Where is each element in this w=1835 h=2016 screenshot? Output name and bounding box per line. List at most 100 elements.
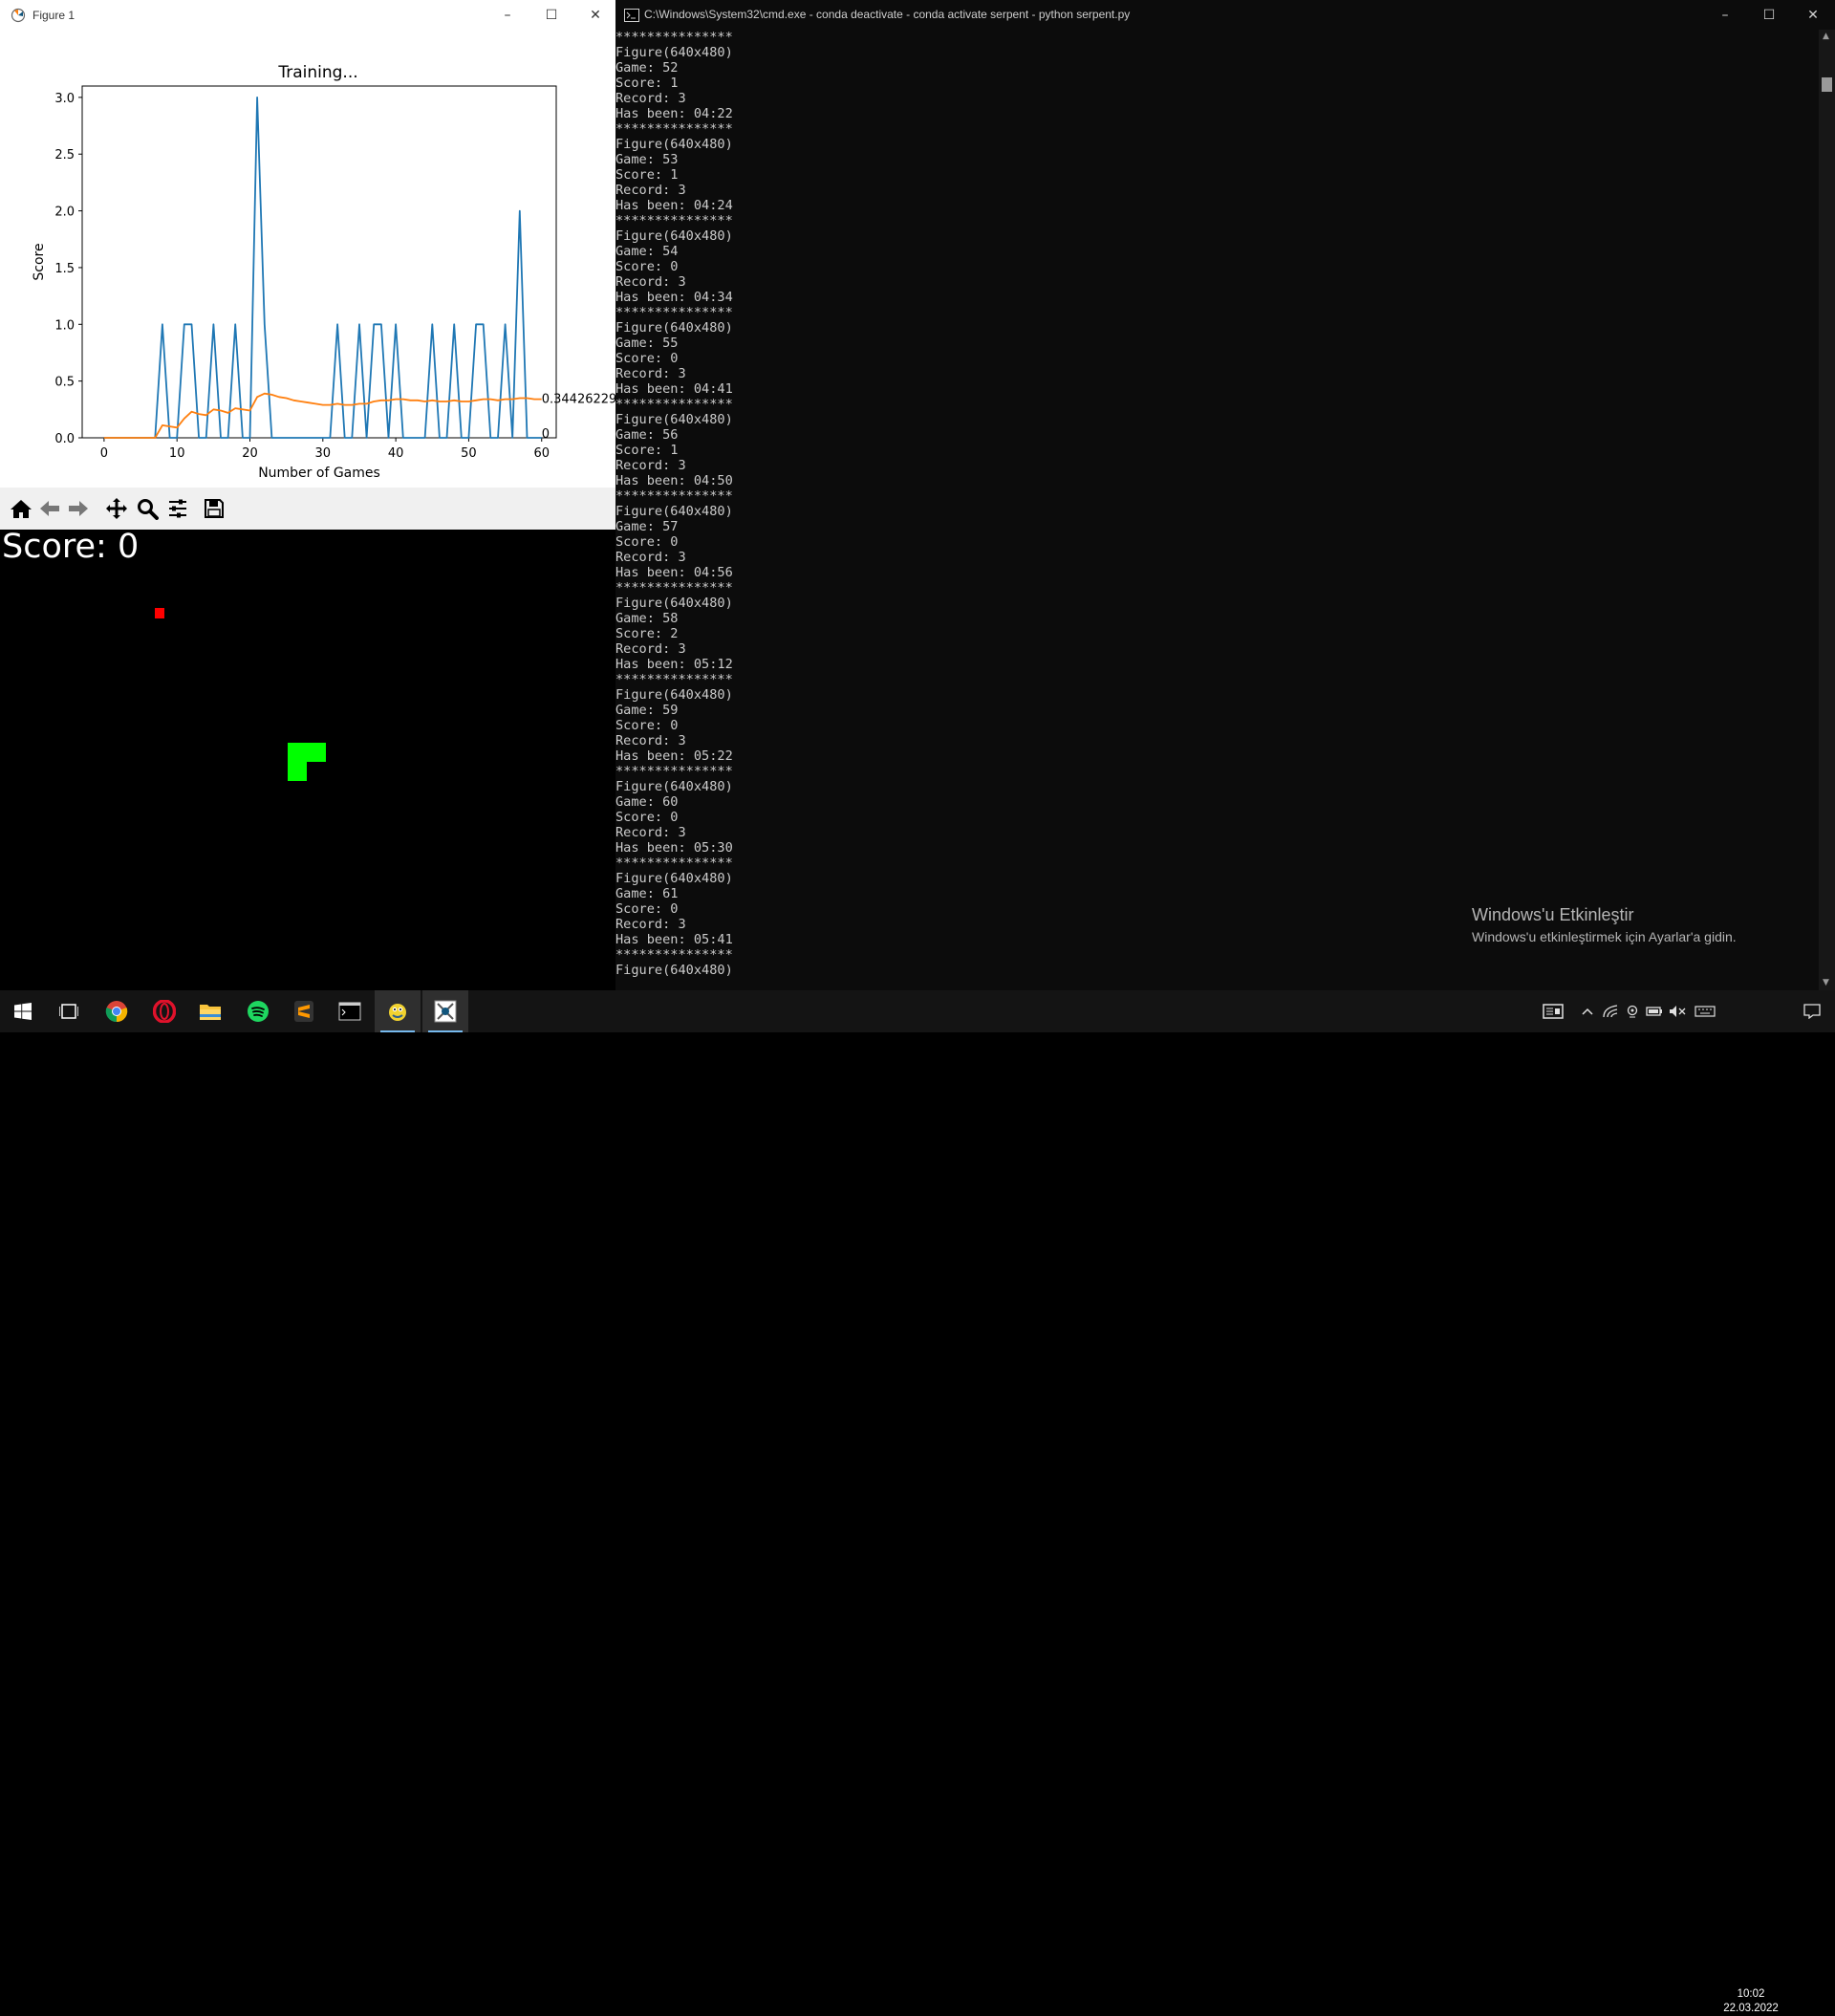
scroll-thumb[interactable] bbox=[1822, 77, 1832, 92]
console-close-button[interactable]: ✕ bbox=[1791, 0, 1835, 30]
figure-title: Figure 1 bbox=[32, 9, 76, 22]
y-tick-label: 2.0 bbox=[54, 206, 75, 220]
console-line: Score: 2 bbox=[615, 626, 679, 641]
console-line: Record: 3 bbox=[615, 825, 686, 840]
keyboard-icon[interactable] bbox=[1692, 990, 1718, 1032]
task-view-icon[interactable] bbox=[46, 990, 92, 1032]
console-line: *************** bbox=[615, 488, 733, 504]
show-hidden-icons-icon[interactable] bbox=[1577, 990, 1598, 1032]
console-line: *************** bbox=[615, 764, 733, 779]
chrome-icon[interactable] bbox=[94, 990, 140, 1032]
snake-body-segment bbox=[288, 743, 326, 762]
console-line: Figure(640x480) bbox=[615, 596, 733, 611]
y-tick-label: 0.5 bbox=[54, 376, 75, 390]
console-line: Record: 3 bbox=[615, 183, 686, 198]
console-line: Game: 61 bbox=[615, 886, 679, 901]
clock-time: 10:02 bbox=[1737, 1988, 1765, 2000]
terminal-icon[interactable] bbox=[327, 990, 373, 1032]
y-axis-label: Score bbox=[32, 243, 47, 280]
x-tick-label: 10 bbox=[169, 446, 185, 461]
series-line-1 bbox=[103, 97, 542, 439]
console-line: *************** bbox=[615, 121, 733, 137]
clock-date: 22.03.2022 bbox=[1723, 2003, 1779, 2014]
console-line: Game: 53 bbox=[615, 152, 679, 167]
console-line: Game: 54 bbox=[615, 244, 679, 259]
close-button[interactable]: ✕ bbox=[573, 0, 617, 31]
console-line: Figure(640x480) bbox=[615, 504, 733, 519]
scroll-down-icon[interactable]: ▼ bbox=[1823, 978, 1829, 987]
console-line: Game: 55 bbox=[615, 336, 679, 351]
news-widget-icon[interactable] bbox=[1539, 990, 1567, 1032]
console-titlebar[interactable]: C:\Windows\System32\cmd.exe - conda deac… bbox=[615, 0, 1835, 30]
scroll-up-icon[interactable]: ▲ bbox=[1823, 32, 1829, 41]
cmd-icon bbox=[624, 8, 639, 26]
volume-muted-icon[interactable] bbox=[1667, 990, 1688, 1032]
console-line: Figure(640x480) bbox=[615, 228, 733, 244]
console-line: *************** bbox=[615, 580, 733, 596]
figure-titlebar[interactable]: Figure 1 – ☐ ✕ bbox=[0, 0, 615, 31]
console-minimize-button[interactable]: – bbox=[1703, 0, 1747, 30]
plot-frame bbox=[81, 85, 557, 439]
configure-icon[interactable] bbox=[164, 495, 191, 522]
console-line: Game: 56 bbox=[615, 427, 679, 443]
clock[interactable]: 10:02 22.03.2022 bbox=[1720, 1987, 1781, 2016]
console-line: Game: 60 bbox=[615, 794, 679, 810]
back-icon[interactable] bbox=[36, 495, 63, 522]
console-scrollbar[interactable]: ▲ ▼ bbox=[1819, 30, 1835, 990]
console-line: Has been: 04:22 bbox=[615, 106, 733, 121]
console-line: Record: 3 bbox=[615, 458, 686, 473]
console-line: Score: 0 bbox=[615, 259, 679, 274]
console-maximize-button[interactable]: ☐ bbox=[1747, 0, 1791, 30]
y-tick-label: 3.0 bbox=[54, 92, 75, 106]
console-line: Figure(640x480) bbox=[615, 687, 733, 703]
file-explorer-icon[interactable] bbox=[187, 990, 233, 1032]
save-icon[interactable] bbox=[201, 495, 227, 522]
figure-toolbar bbox=[0, 488, 615, 530]
annotations: 0.344262295 0 bbox=[542, 393, 615, 442]
x-tick-label: 50 bbox=[461, 446, 477, 461]
console-line: Score: 1 bbox=[615, 167, 679, 183]
console-line: Game: 59 bbox=[615, 703, 679, 718]
spotify-icon[interactable] bbox=[235, 990, 281, 1032]
notification-icon[interactable] bbox=[1789, 990, 1835, 1032]
battery-icon[interactable] bbox=[1644, 990, 1665, 1032]
python-icon[interactable] bbox=[375, 990, 421, 1032]
sublime-text-icon[interactable] bbox=[281, 990, 327, 1032]
console-line: Score: 1 bbox=[615, 443, 679, 458]
value-annotation: 0.344262295 bbox=[542, 393, 615, 407]
console-line: Score: 0 bbox=[615, 718, 679, 733]
series-layer bbox=[103, 97, 542, 439]
network-icon[interactable] bbox=[1601, 990, 1620, 1032]
console-line: *************** bbox=[615, 30, 733, 45]
console-line: Figure(640x480) bbox=[615, 45, 733, 60]
activation-title: Windows'u Etkinleştir bbox=[1472, 905, 1634, 924]
x-axis-label: Number of Games bbox=[258, 466, 380, 481]
game-score-label: Score: 0 bbox=[2, 528, 140, 566]
y-tick-label: 2.5 bbox=[54, 148, 75, 163]
console-line: *************** bbox=[615, 397, 733, 412]
console-line: Figure(640x480) bbox=[615, 320, 733, 336]
console-line: Figure(640x480) bbox=[615, 412, 733, 427]
console-line: Has been: 05:12 bbox=[615, 657, 733, 672]
x-tick-label: 30 bbox=[315, 446, 332, 461]
start-icon[interactable] bbox=[0, 990, 46, 1032]
console-line: Has been: 04:50 bbox=[615, 473, 733, 488]
console-output[interactable]: *************** Figure(640x480) Game: 52 Sc… bbox=[615, 30, 1801, 978]
x-tick-label: 20 bbox=[242, 446, 258, 461]
pan-icon[interactable] bbox=[103, 495, 130, 522]
food-pixel bbox=[155, 608, 164, 618]
webcam-icon[interactable] bbox=[1623, 990, 1642, 1032]
maximize-button[interactable]: ☐ bbox=[529, 0, 573, 31]
forward-icon[interactable] bbox=[65, 495, 92, 522]
home-icon[interactable] bbox=[8, 495, 34, 522]
y-tick-label: 0.0 bbox=[54, 432, 75, 446]
console-line: Record: 3 bbox=[615, 274, 686, 290]
minimize-button[interactable]: – bbox=[486, 0, 529, 31]
console-line: Game: 52 bbox=[615, 60, 679, 76]
snake-game-area bbox=[0, 530, 615, 988]
console-line: Record: 3 bbox=[615, 550, 686, 565]
opera-icon[interactable] bbox=[141, 990, 187, 1032]
console-title: C:\Windows\System32\cmd.exe - conda deac… bbox=[644, 8, 1131, 21]
zoom-icon[interactable] bbox=[134, 495, 161, 522]
matplotlib-figure-icon[interactable] bbox=[422, 990, 468, 1032]
